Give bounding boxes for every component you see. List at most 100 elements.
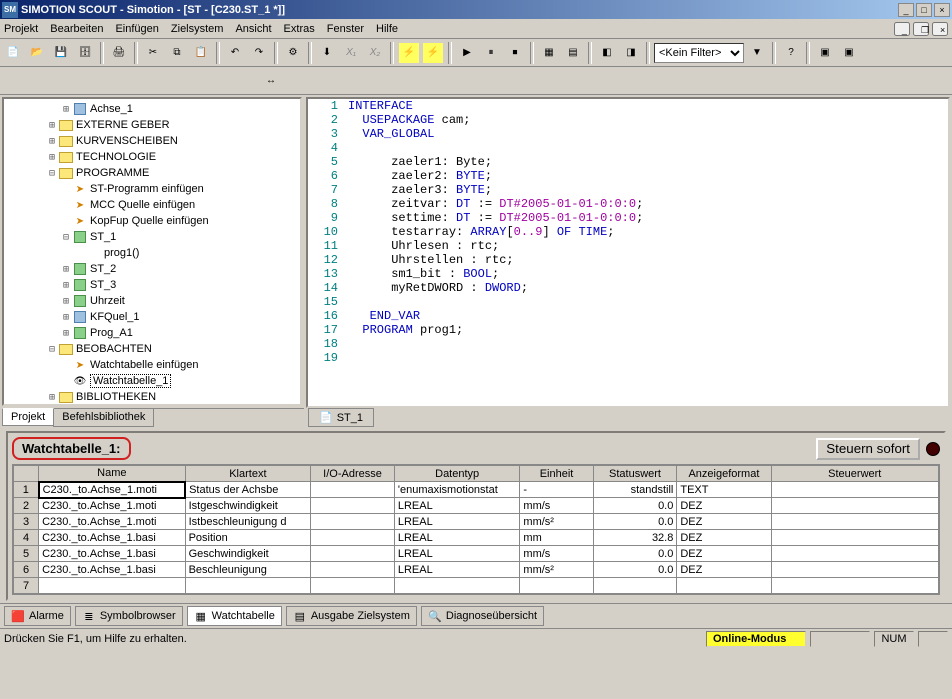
row-header[interactable]: 5: [14, 546, 39, 562]
help-button[interactable]: ?: [780, 42, 802, 64]
table-cell[interactable]: mm/s²: [520, 562, 593, 578]
table-cell[interactable]: [771, 514, 938, 530]
download-button[interactable]: ⬇: [316, 42, 338, 64]
bottom-tab-ausgabe-zielsystem[interactable]: ▤Ausgabe Zielsystem: [286, 606, 417, 626]
table-header[interactable]: Einheit: [520, 466, 593, 482]
tree-item[interactable]: prog1(): [4, 245, 300, 261]
redo-button[interactable]: ↷: [248, 42, 270, 64]
code-line[interactable]: 2 USEPACKAGE cam;: [308, 113, 948, 127]
menu-einfuegen[interactable]: Einfügen: [115, 23, 158, 35]
tree-item[interactable]: ⊞EXTERNE GEBER: [4, 117, 300, 133]
tree-item[interactable]: ➤ST-Programm einfügen: [4, 181, 300, 197]
tree-item[interactable]: ⊞TECHNOLOGIE: [4, 149, 300, 165]
bottom-tab-watchtabelle[interactable]: ▦Watchtabelle: [187, 606, 282, 626]
table-cell[interactable]: DEZ: [677, 514, 771, 530]
table-row[interactable]: 6C230._to.Achse_1.basiBeschleunigungLREA…: [14, 562, 939, 578]
monitor2-button[interactable]: ⏸: [480, 42, 502, 64]
code-line[interactable]: 9 settime: DT := DT#2005-01-01-0:0:0;: [308, 211, 948, 225]
menu-hilfe[interactable]: Hilfe: [376, 23, 398, 35]
menu-projekt[interactable]: Projekt: [4, 23, 38, 35]
code-line[interactable]: 10 testarray: ARRAY[0..9] OF TIME;: [308, 225, 948, 239]
table-header[interactable]: Datentyp: [394, 466, 520, 482]
expand-icon[interactable]: ⊞: [46, 152, 58, 163]
tab-befehlsbibliothek[interactable]: Befehlsbibliothek: [53, 409, 154, 427]
table-cell[interactable]: Position: [185, 530, 311, 546]
tree-item[interactable]: ⊟BEOBACHTEN: [4, 341, 300, 357]
table-cell[interactable]: LREAL: [394, 530, 520, 546]
table-header[interactable]: Klartext: [185, 466, 311, 482]
tab-projekt[interactable]: Projekt: [2, 408, 54, 426]
view4-button[interactable]: ◨: [620, 42, 642, 64]
bottom-tab-symbolbrowser[interactable]: ≣Symbolbrowser: [75, 606, 183, 626]
expand-icon[interactable]: ⊞: [60, 296, 72, 307]
paste-button[interactable]: 📋: [190, 42, 212, 64]
code-line[interactable]: 1INTERFACE: [308, 99, 948, 113]
x2-button[interactable]: X₂: [364, 42, 386, 64]
extra2-button[interactable]: ▣: [838, 42, 860, 64]
row-header[interactable]: 3: [14, 514, 39, 530]
table-cell[interactable]: [771, 546, 938, 562]
row-header[interactable]: 2: [14, 498, 39, 514]
tree-item[interactable]: 👁Watchtabelle_1: [4, 373, 300, 389]
tree-item[interactable]: ⊞ST_3: [4, 277, 300, 293]
table-cell[interactable]: Istbeschleunigung d: [185, 514, 311, 530]
table-cell[interactable]: C230._to.Achse_1.moti: [39, 482, 185, 498]
table-cell[interactable]: DEZ: [677, 530, 771, 546]
code-line[interactable]: 8 zeitvar: DT := DT#2005-01-01-0:0:0;: [308, 197, 948, 211]
table-cell[interactable]: 0.0: [593, 562, 677, 578]
code-line[interactable]: 7 zaeler3: BYTE;: [308, 183, 948, 197]
tree-item[interactable]: ⊞KFQuel_1: [4, 309, 300, 325]
view3-button[interactable]: ◧: [596, 42, 618, 64]
expand-icon[interactable]: ⊞: [60, 328, 72, 339]
mdi-minimize-button[interactable]: _: [894, 22, 910, 36]
expand-icon[interactable]: ⊞: [60, 104, 72, 115]
copy-button[interactable]: ⧉: [166, 42, 188, 64]
mdi-close-button[interactable]: ×: [932, 22, 948, 36]
table-cell[interactable]: 0.0: [593, 498, 677, 514]
filter-combo[interactable]: <Kein Filter>: [654, 43, 744, 63]
table-cell[interactable]: mm/s: [520, 546, 593, 562]
table-row[interactable]: 7: [14, 578, 939, 594]
table-cell[interactable]: 32.8: [593, 530, 677, 546]
mdi-restore-button[interactable]: ❐: [913, 22, 929, 36]
table-cell[interactable]: C230._to.Achse_1.moti: [39, 514, 185, 530]
table-header[interactable]: Name: [39, 466, 185, 482]
table-cell[interactable]: LREAL: [394, 514, 520, 530]
tree-item[interactable]: ⊞KURVENSCHEIBEN: [4, 133, 300, 149]
close-button[interactable]: ×: [934, 3, 950, 17]
code-line[interactable]: 19: [308, 351, 948, 365]
table-cell[interactable]: -: [520, 482, 593, 498]
tree-item[interactable]: ⊟ST_1: [4, 229, 300, 245]
bottom-tab-alarme[interactable]: 🟥Alarme: [4, 606, 71, 626]
x1-button[interactable]: X₁: [340, 42, 362, 64]
row-header[interactable]: 7: [14, 578, 39, 594]
expand-icon[interactable]: ⊟: [46, 344, 58, 355]
code-line[interactable]: 16 END_VAR: [308, 309, 948, 323]
print-button[interactable]: 🖨: [108, 42, 130, 64]
steuern-sofort-button[interactable]: Steuern sofort: [816, 438, 920, 460]
table-cell[interactable]: [185, 578, 311, 594]
table-row[interactable]: 1C230._to.Achse_1.motiStatus der Achsbe'…: [14, 482, 939, 498]
table-cell[interactable]: mm/s: [520, 498, 593, 514]
extra1-button[interactable]: ▣: [814, 42, 836, 64]
minimize-button[interactable]: _: [898, 3, 914, 17]
table-cell[interactable]: [311, 578, 395, 594]
code-line[interactable]: 3 VAR_GLOBAL: [308, 127, 948, 141]
table-cell[interactable]: 0.0: [593, 546, 677, 562]
table-cell[interactable]: [771, 530, 938, 546]
project-tree[interactable]: ⊞Achse_1⊞EXTERNE GEBER⊞KURVENSCHEIBEN⊞TE…: [2, 97, 302, 406]
expand-icon[interactable]: ⊞: [60, 312, 72, 323]
table-header[interactable]: Steuerwert: [771, 466, 938, 482]
table-cell[interactable]: [311, 498, 395, 514]
table-cell[interactable]: LREAL: [394, 498, 520, 514]
table-cell[interactable]: DEZ: [677, 498, 771, 514]
code-line[interactable]: 11 Uhrlesen : rtc;: [308, 239, 948, 253]
table-header[interactable]: I/O-Adresse: [311, 466, 395, 482]
table-cell[interactable]: LREAL: [394, 562, 520, 578]
code-line[interactable]: 12 Uhrstellen : rtc;: [308, 253, 948, 267]
new-button[interactable]: 📄: [2, 42, 24, 64]
panel-tool-button[interactable]: ↔: [260, 70, 282, 92]
tree-item[interactable]: ➤MCC Quelle einfügen: [4, 197, 300, 213]
tree-item[interactable]: ➤Watchtabelle einfügen: [4, 357, 300, 373]
table-cell[interactable]: DEZ: [677, 562, 771, 578]
